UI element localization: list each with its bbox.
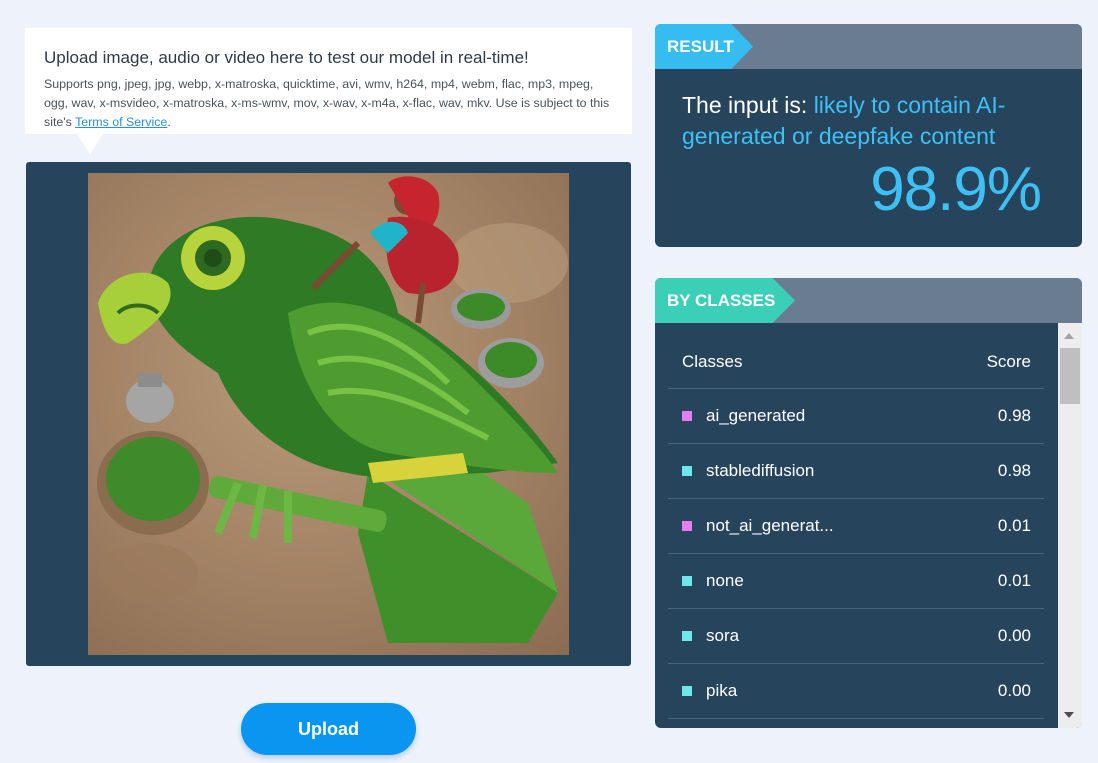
table-row: sora 0.00 <box>668 609 1044 664</box>
class-name: none <box>706 571 744 590</box>
result-score: 98.9% <box>870 155 1042 224</box>
upload-description: Supports png, jpeg, jpg, webp, x-matrosk… <box>44 75 614 132</box>
class-name: not_ai_generat... <box>706 516 834 535</box>
classes-column-header: Classes <box>682 351 743 371</box>
scroll-down-arrow-icon[interactable] <box>1064 712 1074 718</box>
score-column-header: Score <box>986 351 1031 371</box>
class-color-swatch <box>682 521 692 531</box>
result-tag: RESULT <box>655 24 753 69</box>
classes-card: BY CLASSES Classes Score ai_generated 0.… <box>655 278 1082 728</box>
result-header: RESULT <box>655 24 1082 69</box>
class-score: 0.00 <box>997 681 1031 700</box>
class-color-swatch <box>682 466 692 476</box>
class-score: 0.98 <box>997 406 1031 425</box>
upload-button[interactable]: Upload <box>241 703 416 755</box>
class-name: pika <box>706 681 738 700</box>
table-row: none 0.01 <box>668 554 1044 609</box>
terms-of-service-link[interactable]: Terms of Service <box>75 115 167 129</box>
scroll-thumb[interactable] <box>1060 348 1080 404</box>
class-score: 0.01 <box>997 516 1031 535</box>
parrot-chili-art <box>97 176 568 643</box>
classes-header: BY CLASSES <box>655 278 1082 323</box>
class-name: stablediffusion <box>706 461 815 480</box>
result-text: The input is: likely to contain AI-gener… <box>682 90 1042 152</box>
table-row: pika 0.00 <box>668 664 1044 719</box>
classes-table: Classes Score ai_generated 0.98 stabledi… <box>668 323 1044 728</box>
class-color-swatch <box>682 686 692 696</box>
scroll-up-arrow-icon[interactable] <box>1064 333 1074 339</box>
class-color-swatch <box>682 576 692 586</box>
class-score: 0.00 <box>997 626 1031 645</box>
table-row: ai_generated 0.98 <box>668 389 1044 444</box>
uploaded-image <box>88 173 569 655</box>
table-row: not_ai_generat... 0.01 <box>668 499 1044 554</box>
image-preview-frame <box>26 162 631 666</box>
class-name: ai_generated <box>706 406 806 425</box>
class-color-swatch <box>682 631 692 641</box>
classes-tag: BY CLASSES <box>655 278 795 323</box>
description-suffix: . <box>167 115 171 129</box>
class-score: 0.98 <box>997 461 1031 480</box>
class-score: 0.01 <box>997 571 1031 590</box>
table-header-row: Classes Score <box>668 323 1044 389</box>
result-prefix: The input is: <box>682 92 814 118</box>
upload-info-card: Upload image, audio or video here to tes… <box>25 28 632 154</box>
classes-scrollbar[interactable] <box>1058 323 1082 728</box>
class-name: sora <box>706 626 740 645</box>
class-color-swatch <box>682 411 692 421</box>
upload-title: Upload image, audio or video here to tes… <box>44 48 529 67</box>
table-row: stablediffusion 0.98 <box>668 444 1044 499</box>
result-card: RESULT The input is: likely to contain A… <box>655 24 1082 247</box>
